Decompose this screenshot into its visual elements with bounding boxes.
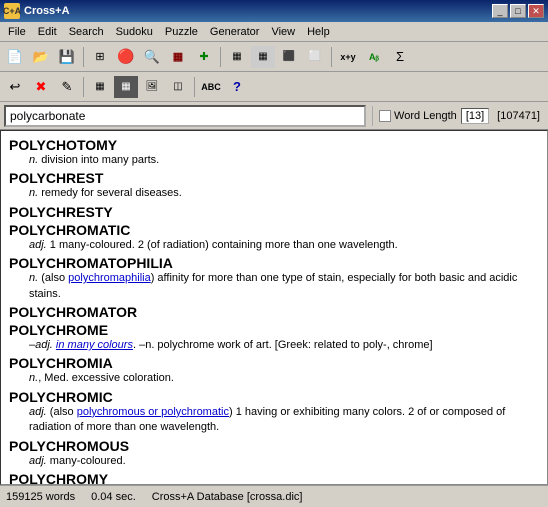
entry-word: POLYCHROMOUS (9, 438, 539, 454)
word-length-value: [13] (461, 108, 489, 124)
word-length-area: Word Length [13] [107471] (379, 108, 544, 124)
minimize-button[interactable]: _ (492, 4, 508, 18)
entry-definition: n. division into many parts. (29, 153, 539, 168)
menu-search[interactable]: Search (63, 24, 110, 40)
word-length-label: Word Length (394, 110, 457, 122)
ab-button[interactable]: Aᵦ (362, 46, 386, 68)
entry-word: POLYCHROMIC (9, 389, 539, 405)
open-button[interactable]: 📂 (29, 46, 53, 68)
delete-button[interactable]: ✖ (29, 76, 53, 98)
menu-puzzle[interactable]: Puzzle (159, 24, 204, 40)
entry-definition: –adj. in many colours. –n. polychrome wo… (29, 338, 539, 353)
search-divider (372, 106, 373, 126)
toolbar2-sep-2 (194, 77, 195, 97)
grid-btn-2[interactable]: ▦ (251, 46, 275, 68)
menu-sudoku[interactable]: Sudoku (110, 24, 159, 40)
menu-help[interactable]: Help (301, 24, 336, 40)
word-count-value: [107471] (493, 109, 544, 123)
tool-a[interactable]: ▦ (166, 46, 190, 68)
help-button[interactable]: ? (225, 76, 249, 98)
entry-definition: n. remedy for several diseases. (29, 186, 539, 201)
entry-definition: adj. 1 many-coloured. 2 (of radiation) c… (29, 238, 539, 253)
content-area: POLYCHOTOMYn. division into many parts. P… (0, 130, 548, 485)
entry-definition: n., Med. excessive coloration. (29, 371, 539, 386)
status-bar: 159125 words 0.04 sec. Cross+A Database … (0, 485, 548, 507)
spell-button[interactable]: ABC (199, 76, 223, 98)
title-bar-buttons: _ □ ✕ (492, 4, 544, 18)
grid2-btn-3[interactable]: ◫ (166, 76, 190, 98)
entry-word: POLYCHROMATOPHILIA (9, 255, 539, 271)
entry-word: POLYCHROMATIC (9, 222, 539, 238)
entry-definition: n. (also polychromaphilia) affinity for … (29, 271, 539, 302)
entry-word: POLYCHROME (9, 322, 539, 338)
toolbar2-sep-1 (83, 77, 84, 97)
find-red-button[interactable]: 🔴 (114, 46, 138, 68)
title-bar-text: Cross+A (24, 5, 492, 17)
toolbar-1: 📄 📂 💾 ⊞ 🔴 🔍 ▦ ✚ ▦ ▦ ⬛ ⬜ x+y Aᵦ Σ (0, 42, 548, 72)
menu-generator[interactable]: Generator (204, 24, 266, 40)
entry-word: POLYCHOTOMY (9, 137, 539, 153)
grid2-btn-1[interactable]: ▦ (88, 76, 112, 98)
copy-grid-button[interactable]: ⊞ (88, 46, 112, 68)
status-word-count: 159125 words (6, 491, 75, 503)
toolbar-2: ↩ ✖ ✎ ▦ ▦ 🖼 ◫ ABC ? (0, 72, 548, 102)
tool-b[interactable]: ✚ (192, 46, 216, 68)
new-button[interactable]: 📄 (3, 46, 27, 68)
status-database: Cross+A Database [crossa.dic] (152, 491, 303, 503)
pic-button[interactable]: 🖼 (140, 76, 164, 98)
grid-btn-3[interactable]: ⬛ (277, 46, 301, 68)
toolbar-sep-1 (83, 47, 84, 67)
edit-button[interactable]: ✎ (55, 76, 79, 98)
sigma-button[interactable]: Σ (388, 46, 412, 68)
close-button[interactable]: ✕ (528, 4, 544, 18)
xplus-button[interactable]: x+y (336, 46, 360, 68)
toolbar-sep-2 (220, 47, 221, 67)
entry-word: POLYCHROMATOR (9, 304, 539, 320)
entry-word: POLYCHROMY (9, 471, 539, 485)
undo-button[interactable]: ↩ (3, 76, 27, 98)
grid2-btn-2[interactable]: ▦ (114, 76, 138, 98)
grid-btn-1[interactable]: ▦ (225, 46, 249, 68)
menu-bar: File Edit Search Sudoku Puzzle Generator… (0, 22, 548, 42)
entry-definition: adj. many-coloured. (29, 454, 539, 469)
menu-view[interactable]: View (265, 24, 301, 40)
word-length-checkbox-wrapper: Word Length (379, 110, 457, 122)
status-time: 0.04 sec. (91, 491, 136, 503)
toolbar-sep-3 (331, 47, 332, 67)
entry-word: POLYCHROMIA (9, 355, 539, 371)
grid-btn-4[interactable]: ⬜ (303, 46, 327, 68)
title-bar: C+A Cross+A _ □ ✕ (0, 0, 548, 22)
entry-word: POLYCHREST (9, 170, 539, 186)
maximize-button[interactable]: □ (510, 4, 526, 18)
menu-file[interactable]: File (2, 24, 32, 40)
find-button[interactable]: 🔍 (140, 46, 164, 68)
entry-word: POLYCHRESTY (9, 204, 539, 220)
menu-edit[interactable]: Edit (32, 24, 63, 40)
entry-definition: adj. (also polychromous or polychromatic… (29, 405, 539, 436)
search-bar: Word Length [13] [107471] (0, 102, 548, 130)
search-input[interactable] (4, 105, 366, 127)
word-length-checkbox[interactable] (379, 110, 391, 122)
save-button[interactable]: 💾 (55, 46, 79, 68)
app-icon: C+A (4, 3, 20, 19)
